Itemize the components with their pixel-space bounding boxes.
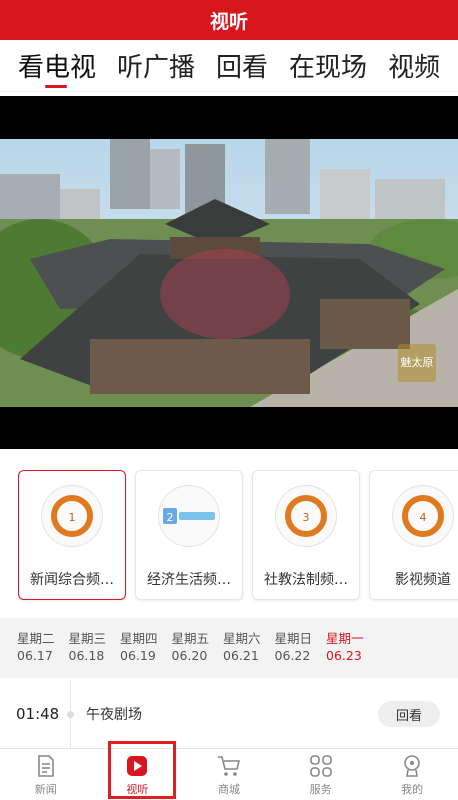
page-title: 视听 [209, 10, 248, 33]
channel-card-movies[interactable]: 4 影视频道 [369, 470, 458, 600]
nav-label: 我的 [401, 782, 424, 796]
date-tab[interactable]: 星期日 06.22 [275, 630, 327, 678]
channel-watermark: 魅太原 [398, 344, 436, 382]
nav-services[interactable]: 服务 [275, 749, 367, 800]
tab-live-scene[interactable]: 在现场 [289, 47, 367, 84]
tv-logo-icon: 1 [41, 485, 103, 547]
selection-highlight [108, 741, 176, 799]
svg-text:4: 4 [420, 511, 427, 524]
tab-label: 听广播 [117, 53, 196, 83]
program-title: 午夜剧场 [86, 707, 142, 723]
news-icon [37, 754, 54, 777]
nav-label: 新闻 [34, 782, 57, 796]
nav-news[interactable]: 新闻 [0, 749, 92, 800]
channel-name: 新闻综合频… [30, 572, 114, 588]
grid-icon [309, 754, 332, 777]
cart-icon [217, 755, 241, 776]
channel-card-news[interactable]: 1 新闻综合频… [18, 470, 126, 600]
weekday-label: 星期三 [68, 631, 107, 646]
channel-list: 1 新闻综合频… 2 经济生活频… 3 社教法制频… 4 影视频道 [18, 470, 458, 602]
tab-replay[interactable]: 回看 [216, 47, 268, 84]
date-tab[interactable]: 星期五 06.20 [172, 630, 224, 678]
tv-logo-icon: 4 [392, 485, 454, 547]
timeline-dot [67, 711, 74, 718]
channel-card-education[interactable]: 3 社教法制频… [252, 470, 360, 600]
video-frame [0, 139, 458, 407]
channel-name: 影视频道 [395, 572, 451, 588]
svg-text:1: 1 [69, 511, 76, 524]
weekday-label: 星期五 [171, 631, 210, 646]
date-tab[interactable]: 星期六 06.21 [223, 630, 275, 678]
date-label: 06.22 [274, 648, 311, 663]
tab-label: 在现场 [289, 53, 368, 83]
date-selector: 星期二 06.17 星期三 06.18 星期四 06.19 星期五 06.20 星期六 0… [0, 618, 458, 678]
weekday-label: 星期二 [17, 631, 55, 646]
tab-watch-tv[interactable]: 看电视 [18, 47, 97, 88]
date-label: 06.20 [171, 648, 208, 663]
nav-label: 服务 [309, 782, 332, 796]
active-tab-indicator [45, 85, 67, 88]
tab-label: 视频 [388, 53, 441, 83]
tab-radio[interactable]: 听广播 [117, 47, 195, 84]
tv-logo-icon: 2 [158, 485, 220, 547]
date-label: 06.19 [120, 648, 156, 663]
tab-label: 看电视 [18, 53, 97, 83]
nav-label: 商城 [217, 782, 240, 796]
svg-text:2: 2 [167, 511, 174, 524]
video-player[interactable]: 魅太原 [0, 96, 458, 449]
date-label: 06.17 [17, 648, 53, 663]
svg-text:3: 3 [303, 511, 310, 524]
app: 视听 看电视 听广播 回看 在现场 视频 魅太原 1 新闻综合频… 2 经济生活… [0, 0, 458, 800]
channel-name: 社教法制频… [264, 572, 348, 588]
weekday-label: 星期一 [326, 631, 364, 646]
category-tabs: 看电视 听广播 回看 在现场 视频 [0, 40, 458, 92]
date-tab[interactable]: 星期三 06.18 [69, 630, 121, 678]
program-time: 01:48 [16, 705, 60, 723]
replay-button[interactable]: 回看 [378, 701, 440, 727]
channel-card-economy[interactable]: 2 经济生活频… [135, 470, 243, 600]
weekday-label: 星期六 [223, 631, 261, 646]
title-bar: 视听 [0, 0, 458, 40]
nav-mall[interactable]: 商城 [183, 749, 275, 800]
weekday-label: 星期四 [120, 631, 158, 646]
date-tab[interactable]: 星期二 06.17 [17, 630, 69, 678]
date-label: 06.21 [223, 648, 259, 663]
program-row: 01:48 午夜剧场 回看 [0, 680, 458, 748]
date-tab[interactable]: 星期四 06.19 [120, 630, 172, 678]
tab-label: 回看 [216, 53, 269, 83]
tab-video[interactable]: 视频 [388, 47, 440, 84]
weekday-label: 星期日 [274, 631, 313, 646]
profile-icon [404, 754, 420, 777]
nav-profile[interactable]: 我的 [366, 749, 458, 800]
date-label: 06.23 [326, 648, 362, 663]
date-tab-today[interactable]: 星期一 06.23 [326, 630, 378, 678]
channel-name: 经济生活频… [147, 572, 231, 588]
tv-logo-icon: 3 [275, 485, 337, 547]
bottom-navigation: 新闻 视听 商城 服务 我的 [0, 748, 458, 800]
date-label: 06.18 [68, 648, 105, 663]
